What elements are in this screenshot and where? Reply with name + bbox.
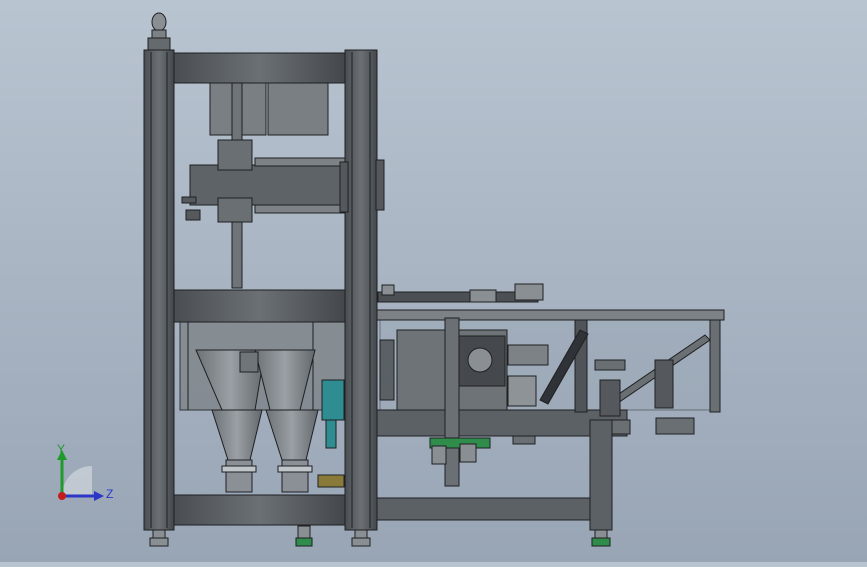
z-axis-label: Z	[106, 487, 113, 501]
y-axis-label: Y	[57, 442, 65, 456]
top-lifting-eye	[147, 12, 171, 51]
bottom-beam	[173, 494, 346, 526]
middle-beam	[173, 289, 346, 323]
turntable-top	[377, 283, 544, 303]
cad-3d-viewport[interactable]	[0, 0, 867, 562]
machine-assembly-model[interactable]	[0, 0, 867, 562]
center-column	[344, 49, 378, 531]
lower-cross-beam	[376, 497, 593, 521]
coordinate-triad: Y Z	[50, 440, 120, 510]
top-beam	[173, 52, 346, 84]
teal-sensor-block	[321, 379, 345, 421]
triad-origin	[58, 492, 66, 500]
right-leg	[589, 419, 613, 531]
upper-motor-right	[267, 82, 329, 136]
triad-plane-indicator	[62, 466, 92, 496]
dual-hopper-cones	[195, 349, 319, 493]
z-axis-arrowhead	[94, 491, 104, 501]
left-column	[143, 49, 175, 531]
leveling-feet	[149, 525, 611, 547]
triad-axes: Y Z	[57, 442, 113, 501]
